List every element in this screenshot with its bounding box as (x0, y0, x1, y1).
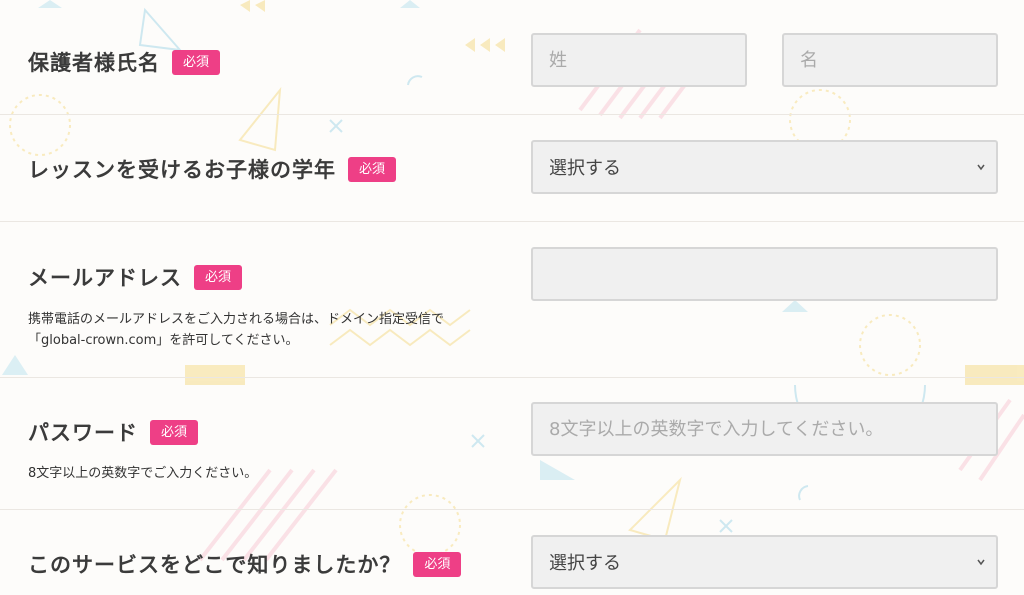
guardian-name-label: 保護者様氏名 (28, 51, 160, 75)
registration-form: 保護者様氏名 必須 レッスンを受けるお子様の学年 必須 選択する メールアドレス… (0, 0, 1024, 595)
email-label-row: メールアドレス 必須 (28, 262, 243, 292)
password-label-row: パスワード 必須 (28, 417, 199, 447)
chevron-down-icon (977, 164, 985, 171)
guardian-first-name-input[interactable] (782, 33, 998, 87)
email-note-line1: 携帯電話のメールアドレスをご入力される場合は、ドメイン指定受信で (28, 312, 445, 327)
source-label-row: このサービスをどこで知りましたか？ 必須 (28, 549, 462, 579)
guardian-last-name-input[interactable] (531, 33, 747, 87)
divider (0, 509, 1024, 510)
chevron-down-icon (977, 559, 985, 566)
source-label: このサービスをどこで知りましたか？ (28, 553, 402, 577)
grade-label: レッスンを受けるお子様の学年 (28, 158, 336, 182)
divider (0, 377, 1024, 378)
guardian-name-label-row: 保護者様氏名 必須 (28, 47, 221, 77)
required-badge: 必須 (194, 264, 243, 290)
password-input[interactable] (531, 402, 998, 456)
grade-label-row: レッスンを受けるお子様の学年 必須 (28, 154, 397, 184)
source-select-value: 選択する (549, 553, 621, 574)
password-note: 8文字以上の英数字でご入力ください。 (28, 466, 258, 481)
required-badge: 必須 (413, 551, 462, 577)
email-note-line2: 「global-crown.com」を許可してください。 (28, 333, 299, 348)
email-label: メールアドレス (28, 266, 182, 290)
required-badge: 必須 (348, 156, 397, 182)
email-input[interactable] (531, 247, 998, 301)
password-label: パスワード (28, 421, 138, 445)
divider (0, 221, 1024, 222)
required-badge: 必須 (150, 419, 199, 445)
grade-select-value: 選択する (549, 158, 621, 179)
grade-select[interactable]: 選択する (531, 140, 998, 194)
email-note: 携帯電話のメールアドレスをご入力される場合は、ドメイン指定受信で 「global… (28, 309, 444, 351)
divider (0, 114, 1024, 115)
source-select[interactable]: 選択する (531, 535, 998, 589)
required-badge: 必須 (172, 49, 221, 75)
